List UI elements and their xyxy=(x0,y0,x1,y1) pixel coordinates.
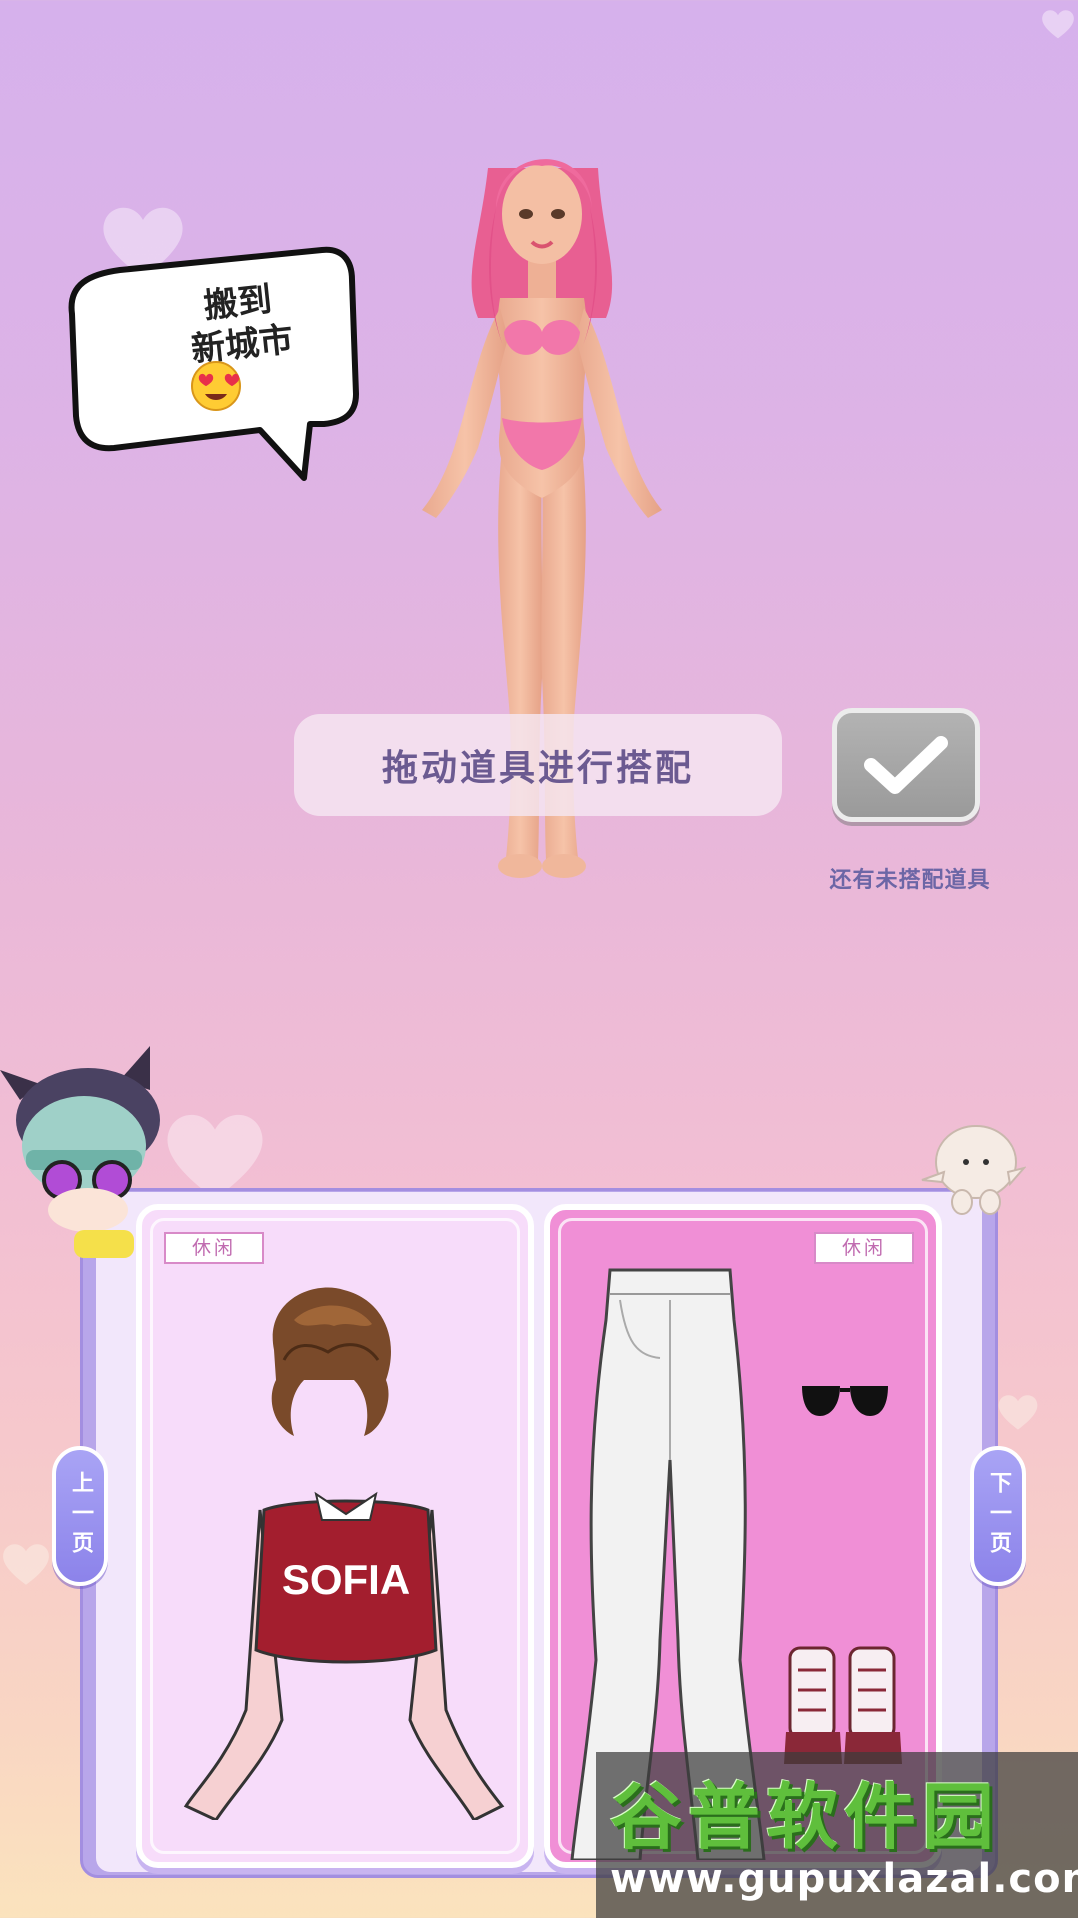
watermark: 谷普软件园 www.gupuxlazal.com xyxy=(596,1752,1078,1918)
sweater-print: SOFIA xyxy=(282,1556,410,1603)
next-page-button[interactable]: 下一页 xyxy=(970,1446,1026,1586)
heart-decoration-icon xyxy=(1042,10,1074,39)
heart-decoration-icon xyxy=(998,1395,1038,1430)
checkmark-icon xyxy=(864,736,948,794)
next-page-label: 下一页 xyxy=(986,1471,1011,1561)
prev-page-button[interactable]: 上一页 xyxy=(52,1446,108,1586)
watermark-url: www.gupuxlazal.com xyxy=(610,1856,1078,1902)
heart-decoration-icon xyxy=(3,1544,49,1585)
heart-eyes-emoji-icon xyxy=(191,361,241,411)
wardrobe-card-left: 休闲 SOFIA xyxy=(136,1204,534,1868)
category-tag: 休闲 xyxy=(164,1232,264,1264)
drag-hint-text: 拖动道具进行搭配 xyxy=(381,748,694,789)
ankle-boots-icon[interactable] xyxy=(782,1640,912,1770)
category-tag: 休闲 xyxy=(814,1232,914,1264)
sunglasses-icon[interactable] xyxy=(800,1380,890,1420)
ghost-mascot-icon xyxy=(921,1125,1026,1215)
watermark-title: 谷普软件园 xyxy=(610,1775,1001,1859)
prev-page-label: 上一页 xyxy=(68,1471,93,1561)
status-text: 还有未搭配道具 xyxy=(829,868,991,893)
drag-hint-banner: 拖动道具进行搭配 xyxy=(294,714,782,816)
confirm-button[interactable] xyxy=(832,708,980,822)
brown-short-hair-icon[interactable] xyxy=(254,1280,404,1440)
sweater-icon[interactable]: SOFIA xyxy=(156,1490,534,1820)
speech-bubble: 搬到 新城市 xyxy=(60,244,360,484)
